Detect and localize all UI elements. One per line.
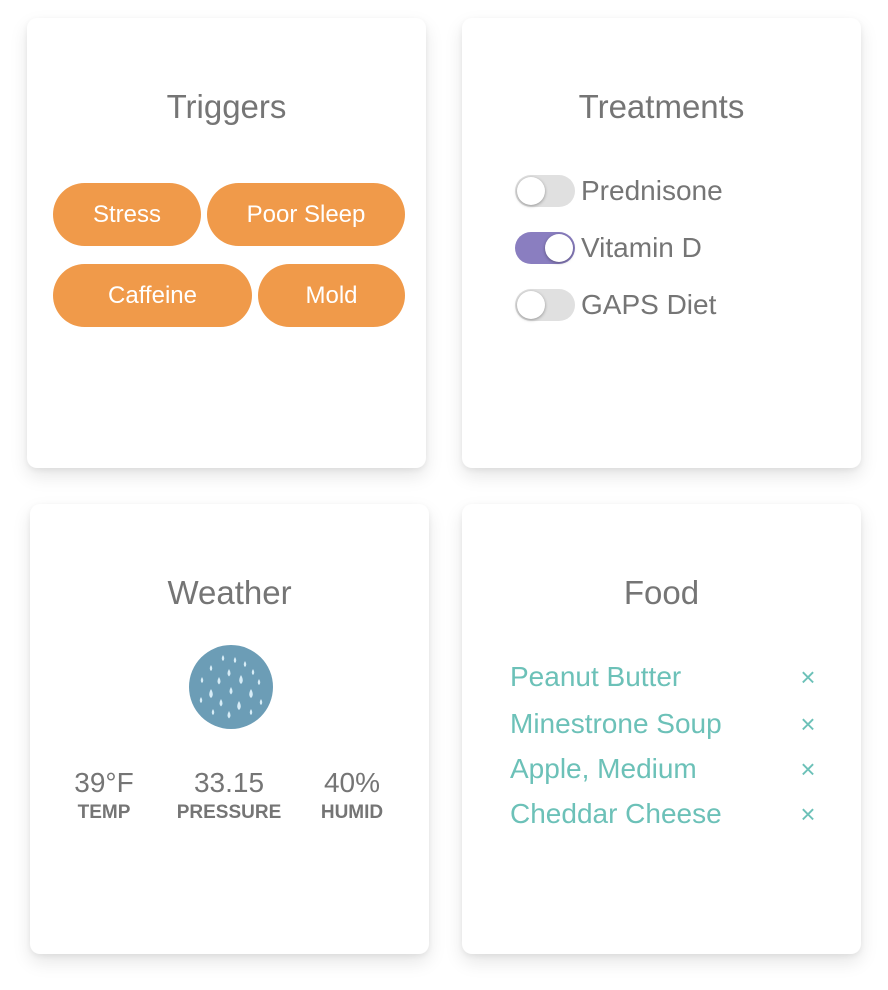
- vitamin-d-toggle[interactable]: [515, 231, 575, 265]
- toggle-thumb: [517, 291, 545, 319]
- pressure-value: 33.15: [193, 767, 265, 798]
- treatment-row-prednisone: Prednisone: [515, 171, 723, 211]
- remove-icon[interactable]: ×: [796, 799, 820, 830]
- treatment-row-vitamin-d: Vitamin D: [515, 228, 702, 268]
- remove-icon[interactable]: ×: [796, 709, 820, 740]
- remove-icon[interactable]: ×: [796, 754, 820, 785]
- remove-icon[interactable]: ×: [796, 662, 820, 693]
- treatments-title: Treatments: [578, 88, 745, 125]
- trigger-chip-mold[interactable]: Mold: [258, 264, 405, 327]
- treatment-label: Prednisone: [581, 175, 723, 206]
- temp-label: TEMP: [77, 802, 131, 823]
- pressure-stat: 33.15 PRESSURE: [159, 766, 299, 824]
- food-card: Food Peanut Butter × Minestrone Soup × A…: [462, 504, 861, 954]
- temp-stat: 39°F TEMP: [34, 766, 174, 824]
- treatment-row-gaps-diet: GAPS Diet: [515, 285, 716, 325]
- food-name: Minestrone Soup: [510, 708, 722, 739]
- triggers-title: Triggers: [166, 88, 287, 125]
- temp-value: 39°F: [74, 767, 134, 798]
- food-item-cheddar-cheese: Cheddar Cheese ×: [510, 794, 820, 834]
- toggle-thumb: [545, 234, 573, 262]
- food-item-peanut-butter: Peanut Butter ×: [510, 657, 820, 697]
- humidity-label: HUMID: [320, 802, 384, 823]
- humidity-stat: 40% HUMID: [282, 766, 422, 824]
- weather-card: Weather 39°F TEMP 33.15 PRESSURE 40% HUM…: [30, 504, 429, 954]
- food-name: Peanut Butter: [510, 661, 682, 692]
- rain-icon: [189, 645, 273, 729]
- weather-title: Weather: [167, 574, 292, 611]
- trigger-chip-stress[interactable]: Stress: [53, 183, 201, 246]
- food-name: Apple, Medium: [510, 753, 697, 784]
- trigger-chip-caffeine[interactable]: Caffeine: [53, 264, 252, 327]
- triggers-card: Triggers Stress Poor Sleep Caffeine Mold: [27, 18, 426, 468]
- treatment-label: Vitamin D: [581, 232, 702, 263]
- food-item-apple-medium: Apple, Medium ×: [510, 749, 820, 789]
- food-item-minestrone-soup: Minestrone Soup ×: [510, 704, 820, 744]
- treatment-label: GAPS Diet: [581, 289, 717, 320]
- humidity-value: 40%: [323, 767, 381, 798]
- prednisone-toggle[interactable]: [515, 174, 575, 208]
- toggle-thumb: [517, 177, 545, 205]
- pressure-label: PRESSURE: [176, 802, 282, 823]
- gaps-diet-toggle[interactable]: [515, 288, 575, 322]
- trigger-chip-poor-sleep[interactable]: Poor Sleep: [207, 183, 405, 246]
- food-name: Cheddar Cheese: [510, 798, 722, 829]
- treatments-card: Treatments Prednisone Vitamin D GAPS Die…: [462, 18, 861, 468]
- food-title: Food: [623, 574, 700, 611]
